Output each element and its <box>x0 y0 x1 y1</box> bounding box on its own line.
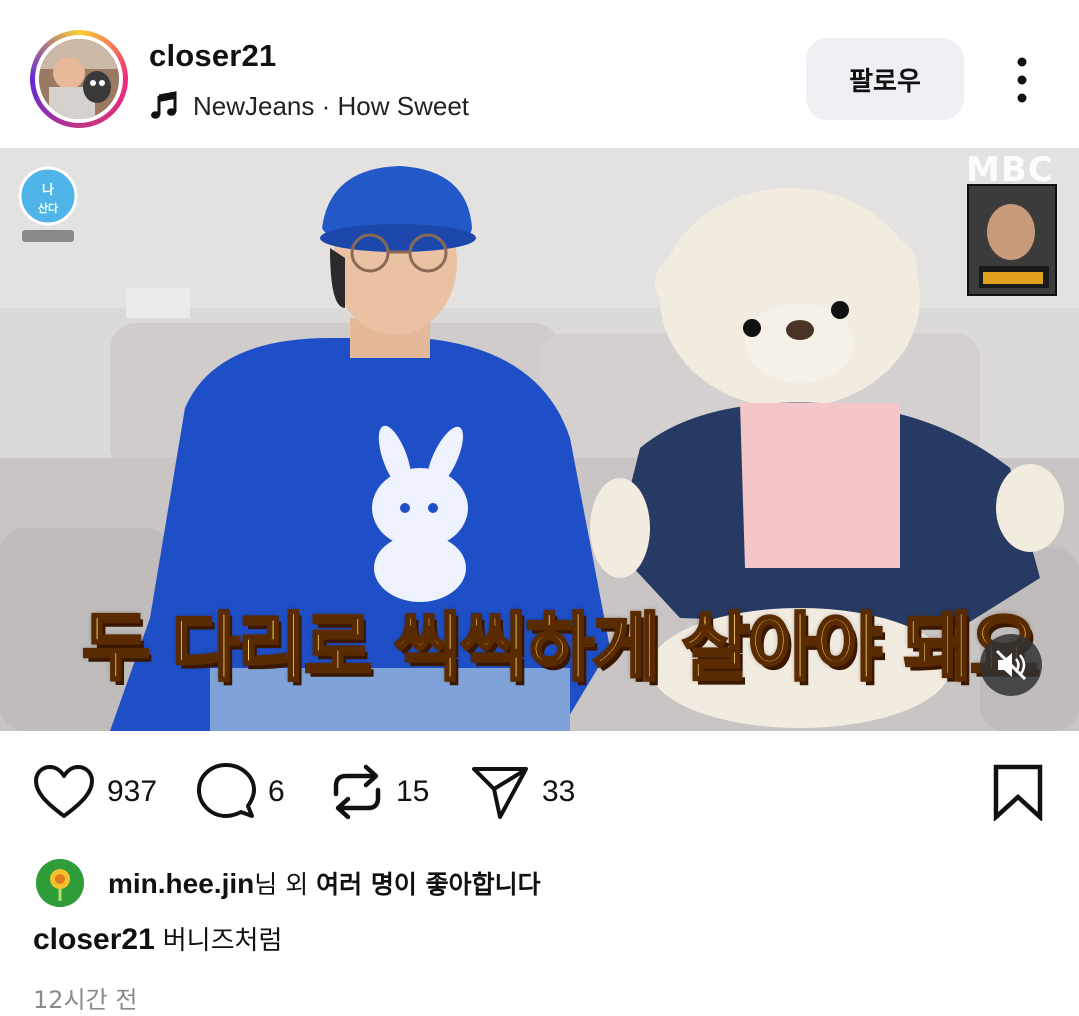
comment-button[interactable]: 6 <box>196 752 285 832</box>
more-vertical-icon <box>1017 57 1027 103</box>
caption-username[interactable]: closer21 <box>33 923 155 957</box>
send-icon <box>472 767 528 819</box>
like-count: 937 <box>107 775 158 808</box>
repost-count: 15 <box>396 775 430 808</box>
music-track-label: NewJeans · How Sweet <box>193 90 469 121</box>
avatar-photo <box>39 39 119 119</box>
liked-by-suffix: 님 외 <box>254 870 317 899</box>
follow-button[interactable]: 팔로우 <box>806 38 964 120</box>
music-note-icon <box>151 91 177 119</box>
liker-username[interactable]: min.hee.jin <box>108 868 254 899</box>
heart-icon <box>34 765 94 818</box>
video-subtitle: 두 다리로 씩씩하게 살아야 돼요 <box>80 604 1039 693</box>
liked-by-rest[interactable]: 여러 명이 좋아합니다 <box>316 870 540 899</box>
svg-text:나: 나 <box>42 182 54 198</box>
liker-avatar <box>36 859 84 907</box>
author-avatar[interactable] <box>30 30 128 128</box>
author-username[interactable]: closer21 <box>149 38 276 74</box>
liked-by-text: min.hee.jin님 외 여러 명이 좋아합니다 <box>108 865 541 901</box>
share-button[interactable]: 33 <box>470 752 575 832</box>
more-options-button[interactable] <box>1000 54 1044 104</box>
mute-icon <box>995 649 1027 681</box>
promo-inset <box>967 184 1057 296</box>
mute-button[interactable] <box>980 634 1042 696</box>
action-bar: 937 6 15 33 <box>0 752 1079 832</box>
repost-button[interactable]: 15 <box>330 752 429 832</box>
comment-count: 6 <box>268 775 285 808</box>
comment-icon <box>197 763 256 818</box>
show-logo: 나 산다 <box>14 166 82 244</box>
like-button[interactable]: 937 <box>33 752 157 832</box>
svg-text:산다: 산다 <box>38 201 59 215</box>
liked-by-row[interactable]: min.hee.jin님 외 여러 명이 좋아합니다 <box>36 858 541 908</box>
bookmark-icon <box>993 764 1043 821</box>
post-timestamp: 12시간 전 <box>33 986 138 1014</box>
share-count: 33 <box>542 775 576 808</box>
repost-icon <box>333 764 381 820</box>
bookmark-button[interactable] <box>992 752 1044 832</box>
post-media[interactable]: 나 산다 MBC 두 다리로 씩씩하게 살아야 돼요 <box>0 148 1079 731</box>
music-attribution[interactable]: NewJeans · How Sweet <box>149 88 469 124</box>
caption-text: 버니즈처럼 <box>162 926 283 956</box>
post-caption: closer21 버니즈처럼 <box>33 920 282 957</box>
